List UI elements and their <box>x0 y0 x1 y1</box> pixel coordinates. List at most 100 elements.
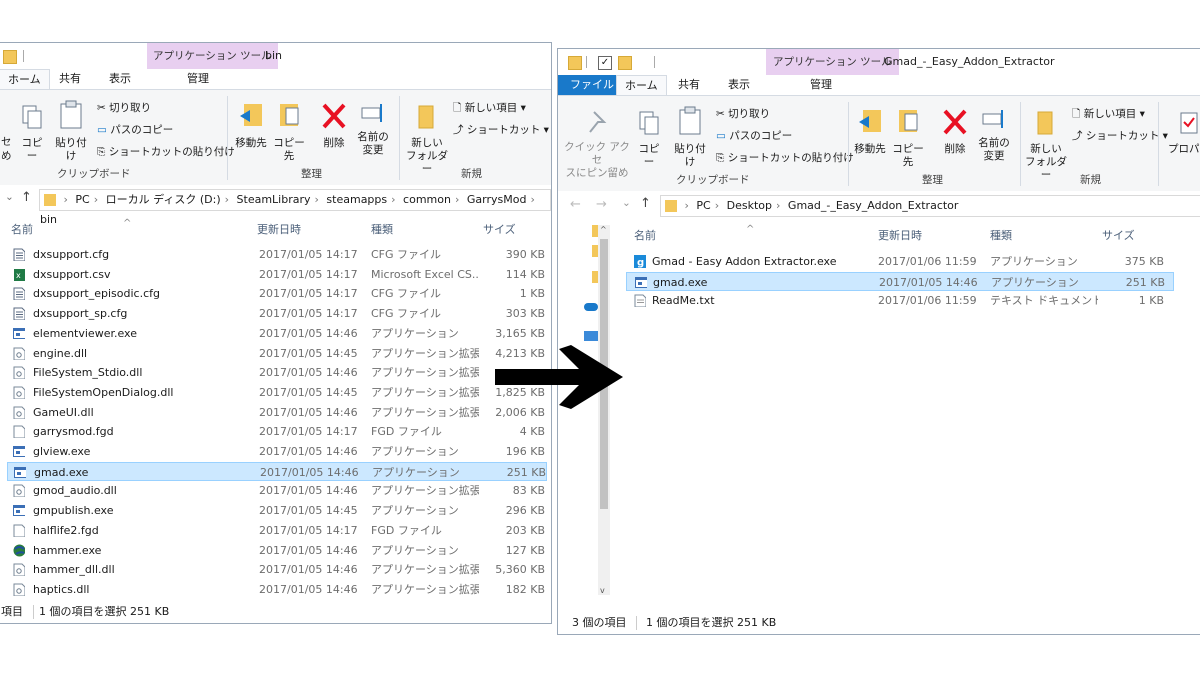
column-header-date[interactable]: 更新日時 <box>878 225 922 247</box>
column-header-size[interactable]: サイズ <box>1102 225 1135 247</box>
column-header-type[interactable]: 種類 <box>371 219 393 241</box>
pc-monitor-icon[interactable] <box>584 331 598 341</box>
breadcrumb-pc[interactable]: PC <box>696 196 710 216</box>
nav-chevron-down-icon[interactable]: ⌄ <box>5 191 14 203</box>
file-type: CFG ファイル <box>371 248 442 261</box>
rename-button[interactable]: 名前の 変更 <box>355 102 391 157</box>
file-row[interactable]: gmad.exe 2017/01/05 14:46 アプリケーション 251 KB <box>7 461 547 481</box>
column-header-type[interactable]: 種類 <box>990 225 1012 247</box>
move-to-button[interactable]: 移動先 <box>852 108 888 156</box>
shortcut-button[interactable]: ⤴ ショートカット ▾ <box>453 122 549 137</box>
file-row[interactable]: hammer_dll.dll 2017/01/05 14:46 アプリケーション拡張… <box>7 560 547 579</box>
breadcrumb-gmad-folder[interactable]: Gmad_-_Easy_Addon_Extractor <box>788 196 959 216</box>
column-header-size[interactable]: サイズ <box>483 219 516 241</box>
file-row[interactable]: g Gmad - Easy Addon Extractor.exe 2017/01/… <box>626 252 1174 271</box>
cut-button[interactable]: ✂ 切り取り <box>716 106 770 121</box>
file-type: CFG ファイル <box>371 307 442 321</box>
file-name: ReadMe.txt <box>652 294 715 308</box>
file-row[interactable]: glview.exe 2017/01/05 14:46 アプリケーション 196 KB <box>7 442 547 461</box>
file-row[interactable]: hammer.exe 2017/01/05 14:46 アプリケーション 127 KB <box>7 541 547 560</box>
file-row[interactable]: dxsupport_episodic.cfg 2017/01/05 14:17 CF… <box>7 284 547 303</box>
file-row[interactable]: engine.dll 2017/01/05 14:45 アプリケーション拡張 4,21… <box>7 344 547 363</box>
delete-button[interactable]: 削除 <box>940 108 970 156</box>
file-row[interactable]: gmod_audio.dll 2017/01/05 14:46 アプリケーション拡張… <box>7 481 547 500</box>
copy-to-button[interactable]: コピー先 <box>890 108 926 169</box>
column-header-date[interactable]: 更新日時 <box>257 219 301 241</box>
recent-chevron-down-icon[interactable]: ⌄ <box>622 197 631 209</box>
nav-scrollbar[interactable]: ^ v <box>598 225 610 595</box>
file-row[interactable]: FileSystemOpenDialog.dll 2017/01/05 14:45… <box>7 383 547 402</box>
scroll-down-chevron-icon[interactable]: v <box>600 586 605 595</box>
file-row[interactable]: haptics.dll 2017/01/05 14:46 アプリケーション拡張 182… <box>7 580 547 599</box>
scroll-up-chevron-icon[interactable]: ^ <box>600 225 607 234</box>
breadcrumb-garrysmod[interactable]: GarrysMod <box>467 190 527 210</box>
tab-share[interactable]: 共有 <box>51 69 89 89</box>
checkbox-icon[interactable]: ✓ <box>598 56 612 70</box>
context-tab-application-tools[interactable]: アプリケーション ツール <box>147 43 278 69</box>
column-header-name[interactable]: 名前 <box>634 225 656 247</box>
copy-path-button[interactable]: ▭ パスのコピー <box>97 122 173 137</box>
paste-button[interactable]: 貼り付け <box>670 106 710 169</box>
divider <box>33 605 34 619</box>
up-arrow-icon[interactable]: ↑ <box>640 196 651 211</box>
file-row[interactable]: ReadMe.txt 2017/01/06 11:59 テキスト ドキュメント 1 K… <box>626 291 1174 310</box>
paste-shortcut-button[interactable]: ⎘ ショートカットの貼り付け <box>716 150 854 165</box>
new-folder-button[interactable]: 新しい フォルダー <box>1024 110 1068 182</box>
address-bar[interactable]: › PC › Desktop › Gmad_-_Easy_Addon_Extract… <box>660 195 1200 217</box>
tab-manage[interactable]: 管理 <box>179 69 217 89</box>
copy-to-button[interactable]: コピー先 <box>271 102 307 163</box>
column-header-name[interactable]: 名前 <box>11 219 33 241</box>
tab-view[interactable]: 表示 <box>101 69 139 89</box>
properties-button[interactable]: プロパテ <box>1164 110 1200 156</box>
new-item-button[interactable]: 🗋 新しい項目 ▾ <box>1072 106 1145 124</box>
paste-shortcut-button[interactable]: ⎘ ショートカットの貼り付け <box>97 144 235 159</box>
file-row[interactable]: FileSystem_Stdio.dll 2017/01/05 14:46 アプリケ… <box>7 363 547 382</box>
move-to-button[interactable]: 移動先 <box>233 102 269 150</box>
file-row[interactable]: GameUI.dll 2017/01/05 14:46 アプリケーション拡張 2,00… <box>7 403 547 422</box>
file-row[interactable]: gmpublish.exe 2017/01/05 14:45 アプリケーション 296… <box>7 501 547 520</box>
copy-button[interactable]: コピー <box>634 110 664 169</box>
tab-share[interactable]: 共有 <box>670 75 708 95</box>
breadcrumb-common[interactable]: common <box>403 190 451 210</box>
file-date: 2017/01/05 14:17 <box>259 267 358 281</box>
context-tab-application-tools[interactable]: アプリケーション ツール <box>766 49 899 75</box>
back-arrow-icon[interactable]: ← <box>570 197 581 212</box>
breadcrumb-steamapps[interactable]: steamapps <box>326 190 387 210</box>
file-name: hammer_dll.dll <box>33 563 115 577</box>
file-type: アプリケーション <box>371 504 459 518</box>
onedrive-cloud-icon[interactable] <box>584 303 598 311</box>
new-folder-button[interactable]: 新しい フォルダー <box>405 104 449 176</box>
file-type: CFG ファイル <box>371 287 442 301</box>
delete-button[interactable]: 削除 <box>319 102 349 150</box>
rename-button[interactable]: 名前の 変更 <box>976 108 1012 163</box>
tab-home[interactable]: ホーム <box>0 69 50 90</box>
breadcrumb-pc[interactable]: PC <box>75 190 89 210</box>
paste-button[interactable]: 貼り付け <box>51 100 91 163</box>
file-row[interactable]: x dxsupport.csv 2017/01/05 14:17 Microsoft … <box>7 265 547 284</box>
breadcrumb-steamlibrary[interactable]: SteamLibrary <box>237 190 311 210</box>
window-title: Gmad_-_Easy_Addon_Extractor <box>884 55 1055 68</box>
copy-button[interactable]: コピー <box>17 104 47 163</box>
new-item-button[interactable]: 🗋 新しい項目 ▾ <box>453 100 526 118</box>
file-date: 2017/01/05 14:46 <box>259 366 358 380</box>
breadcrumb-drive[interactable]: ローカル ディスク (D:) <box>106 190 221 210</box>
file-row[interactable]: gmad.exe 2017/01/05 14:46 アプリケーション 251 KB <box>626 271 1174 291</box>
breadcrumb-bin[interactable]: bin <box>40 210 57 230</box>
pin-quick-access-button[interactable]: クイック アクセ スにピン留め <box>564 110 630 180</box>
forward-arrow-icon[interactable]: → <box>596 197 607 212</box>
tab-view[interactable]: 表示 <box>720 75 758 95</box>
file-row[interactable]: garrysmod.fgd 2017/01/05 14:17 FGD ファイル 4 K… <box>7 422 547 441</box>
cut-button[interactable]: ✂ 切り取り <box>97 100 151 115</box>
pin-label-1: クイック アクセ <box>564 141 630 166</box>
file-row[interactable]: dxsupport_sp.cfg 2017/01/05 14:17 CFG ファイル… <box>7 304 547 323</box>
copy-path-button[interactable]: ▭ パスのコピー <box>716 128 792 143</box>
file-row[interactable]: elementviewer.exe 2017/01/05 14:46 アプリケーショ… <box>7 324 547 343</box>
address-bar[interactable]: › PC › ローカル ディスク (D:) › SteamLibrary › stea… <box>39 189 551 226</box>
tab-manage[interactable]: 管理 <box>802 75 840 95</box>
file-row[interactable]: halflife2.fgd 2017/01/05 14:17 FGD ファイル 203… <box>7 521 547 540</box>
tab-home[interactable]: ホーム <box>616 75 667 96</box>
breadcrumb-desktop[interactable]: Desktop <box>727 196 772 216</box>
up-arrow-icon[interactable]: ↑ <box>21 190 32 205</box>
file-row[interactable]: dxsupport.cfg 2017/01/05 14:17 CFG ファイル 390… <box>7 245 547 264</box>
shortcut-button[interactable]: ⤴ ショートカット ▾ <box>1072 128 1168 143</box>
